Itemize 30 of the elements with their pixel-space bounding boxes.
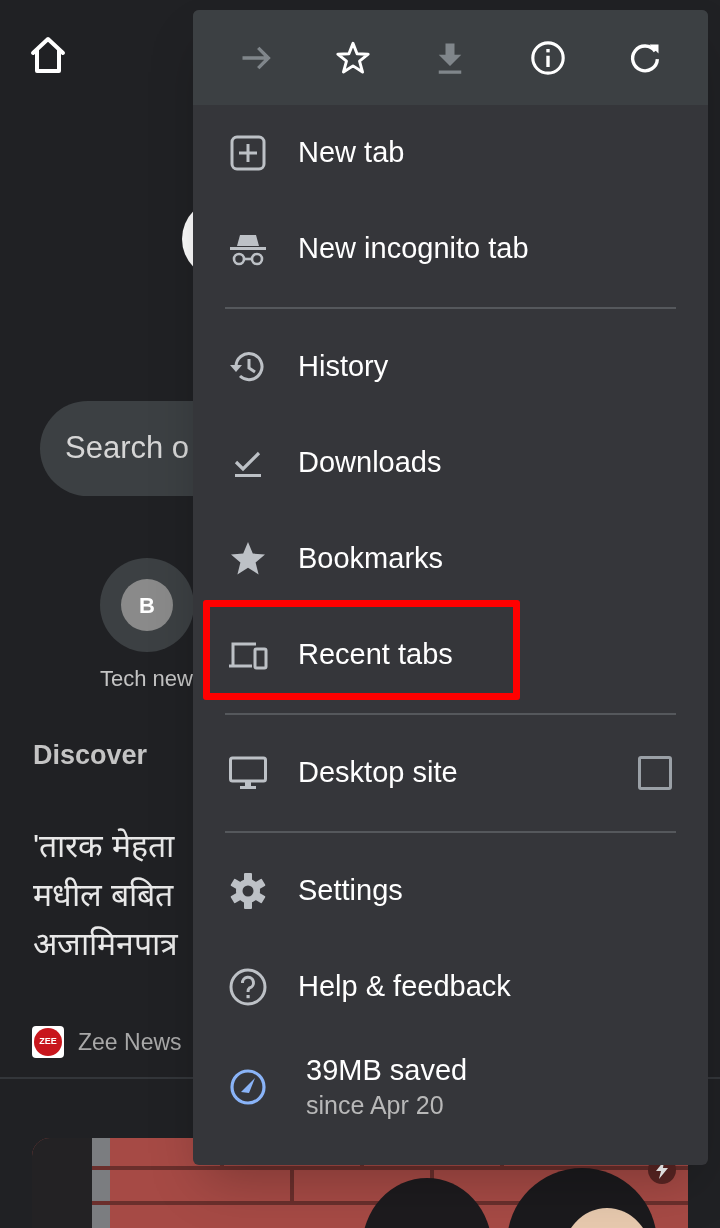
savings-subtitle: since Apr 20 (306, 1090, 445, 1121)
section-title: Discover (33, 739, 148, 770)
menu-item[interactable]: 39MB saved since Apr 20 (193, 1035, 708, 1139)
menu-item[interactable]: Desktop site (193, 725, 708, 821)
headline-line: 'तारक मेहता (33, 826, 174, 866)
menu-item-label: History (298, 349, 390, 385)
menu-item-label: New tab (298, 135, 406, 171)
headline-line: अजामिनपात्र (33, 924, 178, 964)
menu-item[interactable]: Downloads (193, 415, 708, 511)
menu-item[interactable]: Recent tabs (193, 607, 708, 703)
shortcut-label: Tech new (100, 665, 194, 694)
menu-item-label: Desktop site (298, 755, 459, 791)
search-placeholder: Search o (65, 429, 190, 468)
news-source-logo: ZEE (32, 1025, 64, 1058)
menu-item[interactable]: New incognito tab (193, 201, 708, 297)
menu-item-label: Downloads (298, 445, 443, 481)
menu-item-label: Bookmarks (298, 541, 445, 577)
menu-item[interactable]: Bookmarks (193, 511, 708, 607)
headline-line: मधील बबित (33, 875, 173, 915)
news-source: Zee News (78, 1027, 182, 1057)
savings-title: 39MB saved (306, 1053, 468, 1088)
menu-item[interactable]: New tab (193, 105, 708, 201)
menu-item-label: Recent tabs (298, 637, 454, 673)
menu-item-label: Settings (298, 873, 404, 909)
menu-item[interactable]: Settings (193, 843, 708, 939)
menu-item-label: New incognito tab (298, 231, 530, 267)
menu-item-label: Help & feedback (298, 969, 512, 1005)
menu-item[interactable]: Help & feedback (193, 939, 708, 1035)
menu-item[interactable]: History (193, 319, 708, 415)
site-avatar: B (121, 579, 173, 632)
